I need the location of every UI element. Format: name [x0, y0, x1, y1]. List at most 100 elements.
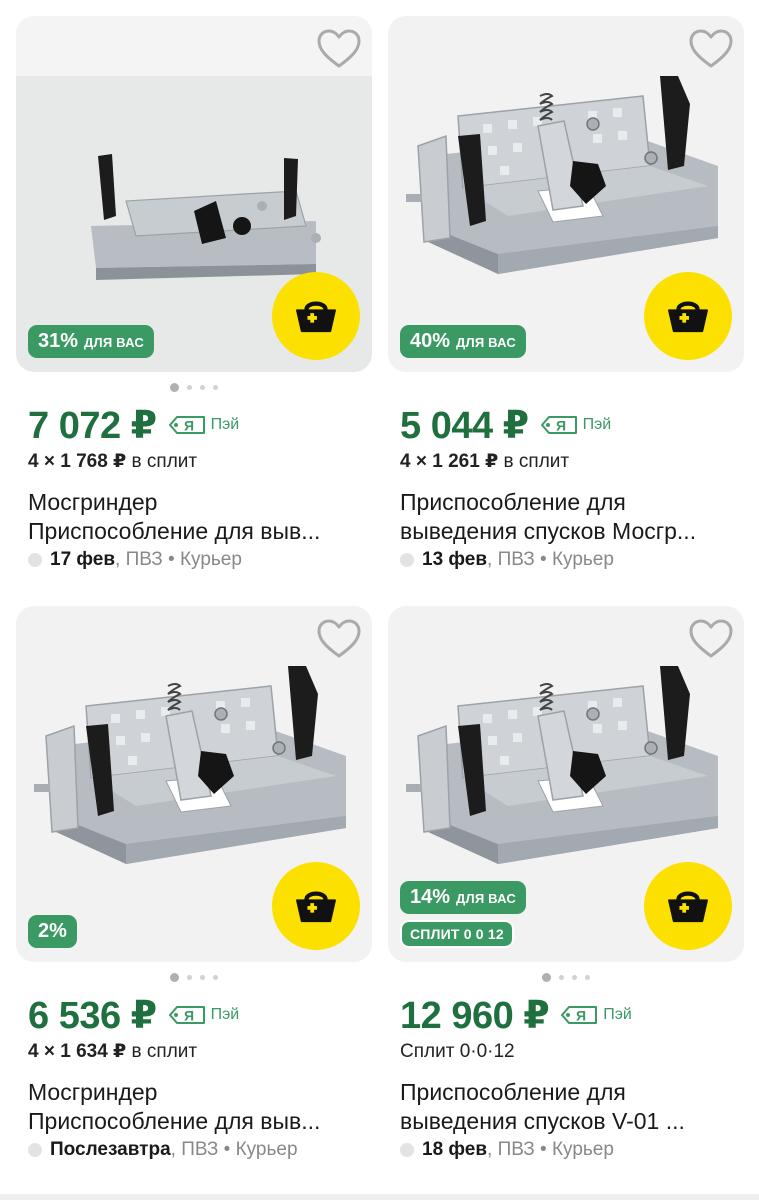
installment-suffix: в сплит — [131, 451, 198, 472]
add-to-cart-button[interactable] — [272, 862, 360, 950]
title-line-1: Приспособление для — [400, 489, 626, 515]
title-line-2: выведения спусков V-01 ... — [400, 1108, 685, 1134]
product-photo[interactable]: 2% — [16, 606, 372, 962]
pagination-dot[interactable] — [572, 974, 577, 980]
photo-pagination — [388, 372, 744, 402]
delivery-info: 18 фев, ПВЗ • Курьер — [400, 1139, 732, 1161]
product-card[interactable]: 40% ДЛЯ ВАС 5 044 ₽ Пэй 4 × 1 261 ₽ в сп… — [388, 16, 744, 571]
delivery-methods: , ПВЗ • Курьер — [115, 549, 242, 570]
photo-pagination — [16, 962, 372, 992]
delivery-date: Послезавтра — [50, 1139, 171, 1160]
installment: 4 × 1 261 ₽ в сплит — [400, 448, 732, 476]
product-card[interactable]: 14% ДЛЯ ВАС СПЛИТ 0 0 12 12 960 ₽ Пэй Сп… — [388, 606, 744, 1161]
delivery-methods: , ПВЗ • Курьер — [487, 549, 614, 570]
installment: 4 × 1 768 ₽ в сплит — [28, 448, 360, 476]
product-photo[interactable]: 31% ДЛЯ ВАС — [16, 16, 372, 372]
product-title[interactable]: Мосгриндер Приспособление для выв... — [28, 488, 360, 546]
product-card[interactable]: 2% 6 536 ₽ Пэй 4 × 1 634 ₽ в сплит Мосгр… — [16, 606, 372, 1161]
badges: 14% ДЛЯ ВАС СПЛИТ 0 0 12 — [400, 881, 526, 948]
split-badge: СПЛИТ 0 0 12 — [400, 920, 514, 948]
discount-label: ДЛЯ ВАС — [456, 335, 516, 350]
product-photo[interactable]: 40% ДЛЯ ВАС — [388, 16, 744, 372]
delivery-date: 17 фев — [50, 549, 116, 570]
favorite-button[interactable] — [688, 616, 734, 662]
product-photo[interactable]: 14% ДЛЯ ВАС СПЛИТ 0 0 12 — [388, 606, 744, 962]
basket-plus-icon — [293, 887, 339, 925]
discount-percent: 2% — [38, 920, 67, 942]
pay-text: Пэй — [210, 1006, 240, 1023]
add-to-cart-button[interactable] — [272, 272, 360, 360]
title-line-1: Приспособление для — [400, 1079, 626, 1105]
split-badge-text: СПЛИТ 0 0 12 — [410, 926, 504, 942]
delivery-icon — [28, 1143, 42, 1157]
ya-pay-label: Пэй — [539, 414, 612, 436]
installment-text: Сплит 0·0·12 — [400, 1041, 515, 1062]
pagination-dot[interactable] — [585, 974, 590, 980]
pay-text: Пэй — [210, 416, 240, 433]
installment-suffix: в сплит — [503, 451, 570, 472]
discount-badge: 31% ДЛЯ ВАС — [28, 325, 154, 358]
basket-plus-icon — [293, 297, 339, 335]
delivery-icon — [400, 1143, 414, 1157]
installment-amount: 4 × 1 634 ₽ — [28, 1041, 127, 1062]
installment-amount: 4 × 1 261 ₽ — [400, 451, 499, 472]
installment: 4 × 1 634 ₽ в сплит — [28, 1038, 360, 1066]
discount-percent: 31% — [38, 330, 79, 352]
discount-percent: 14% — [410, 886, 451, 908]
discount-badge: 14% ДЛЯ ВАС — [400, 881, 526, 914]
pagination-dot[interactable] — [187, 974, 192, 980]
basket-plus-icon — [665, 297, 711, 335]
pagination-dot[interactable] — [213, 974, 218, 980]
favorite-button[interactable] — [688, 26, 734, 72]
heart-outline-icon — [689, 619, 733, 659]
delivery-methods: , ПВЗ • Курьер — [487, 1139, 614, 1160]
installment: Сплит 0·0·12 — [400, 1038, 732, 1066]
pagination-dot[interactable] — [187, 384, 192, 390]
pay-text: Пэй — [603, 1006, 632, 1023]
favorite-button[interactable] — [316, 616, 362, 662]
price: 5 044 ₽ — [400, 404, 529, 447]
product-title[interactable]: Мосгриндер Приспособление для выв... — [28, 1078, 360, 1136]
heart-outline-icon — [317, 29, 361, 69]
badges: 31% ДЛЯ ВАС — [28, 325, 154, 358]
photo-pagination — [388, 962, 744, 992]
title-line-2: выведения спусков Мосгр... — [400, 518, 697, 544]
add-to-cart-button[interactable] — [644, 862, 732, 950]
pagination-dot-active[interactable] — [170, 382, 179, 392]
delivery-info: 13 фев, ПВЗ • Курьер — [400, 549, 732, 571]
favorite-button[interactable] — [316, 26, 362, 72]
badges: 40% ДЛЯ ВАС — [400, 325, 526, 358]
pay-text: Пэй — [582, 416, 612, 433]
title-line-1: Мосгриндер — [28, 489, 158, 515]
add-to-cart-button[interactable] — [644, 272, 732, 360]
delivery-info: 17 фев, ПВЗ • Курьер — [28, 549, 360, 571]
title-line-2: Приспособление для выв... — [28, 1108, 321, 1134]
basket-plus-icon — [665, 887, 711, 925]
heart-outline-icon — [689, 29, 733, 69]
price: 7 072 ₽ — [28, 404, 157, 447]
ya-pay-icon — [167, 1004, 207, 1026]
divider — [0, 1194, 759, 1200]
product-title[interactable]: Приспособление для выведения спусков V-0… — [400, 1078, 732, 1136]
photo-pagination — [16, 372, 372, 402]
title-line-2: Приспособление для выв... — [28, 518, 321, 544]
ya-pay-label: Пэй — [167, 414, 240, 436]
pagination-dot[interactable] — [213, 384, 218, 390]
discount-percent: 40% — [410, 330, 451, 352]
pagination-dot[interactable] — [200, 384, 205, 390]
heart-outline-icon — [317, 619, 361, 659]
discount-badge: 40% ДЛЯ ВАС — [400, 325, 526, 358]
ya-pay-label: Пэй — [167, 1004, 240, 1026]
installment-suffix: в сплит — [131, 1041, 198, 1062]
pagination-dot-active[interactable] — [170, 972, 179, 982]
product-title[interactable]: Приспособление для выведения спусков Мос… — [400, 488, 732, 546]
delivery-icon — [28, 553, 42, 567]
ya-pay-label: Пэй — [559, 1004, 632, 1026]
pagination-dot[interactable] — [200, 974, 205, 980]
badges: 2% — [28, 915, 77, 948]
product-card[interactable]: 31% ДЛЯ ВАС 7 072 ₽ Пэй 4 × 1 768 ₽ в сп… — [16, 16, 372, 571]
product-grid: 31% ДЛЯ ВАС 7 072 ₽ Пэй 4 × 1 768 ₽ в сп… — [0, 0, 759, 1200]
pagination-dot[interactable] — [559, 974, 564, 980]
installment-amount: 4 × 1 768 ₽ — [28, 451, 127, 472]
pagination-dot-active[interactable] — [542, 972, 551, 982]
